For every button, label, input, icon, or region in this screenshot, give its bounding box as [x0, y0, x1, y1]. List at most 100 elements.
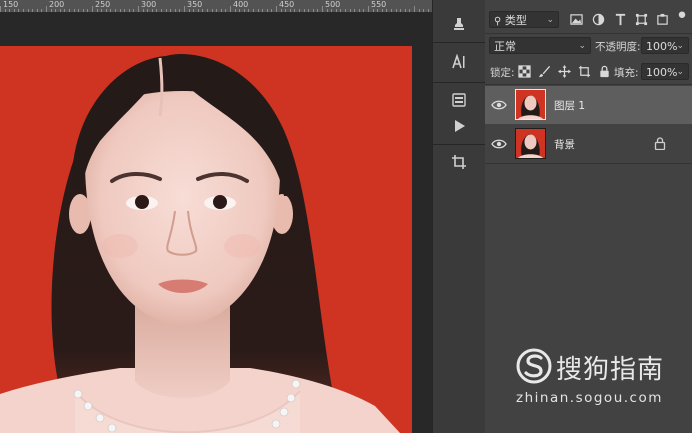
document-canvas[interactable]: 150 200 250 300 350 400 450 500 550 [0, 0, 432, 433]
ruler-tick [51, 9, 52, 12]
ruler-tick [147, 9, 148, 12]
type-filter-icon[interactable] [613, 12, 627, 26]
ruler-tick [327, 9, 328, 12]
layer-thumbnail [515, 89, 546, 120]
brush-icon[interactable] [537, 64, 551, 78]
eye-icon[interactable] [491, 137, 507, 151]
ruler-tick [382, 9, 383, 12]
ruler-label: 200 [49, 0, 65, 9]
ruler-tick [14, 9, 15, 12]
ruler-tick [285, 9, 286, 12]
filter-toggle-icon[interactable] [677, 10, 687, 24]
ruler-tick [133, 9, 134, 12]
artboard-lock-icon[interactable] [577, 64, 591, 78]
play-icon[interactable] [447, 114, 471, 138]
eye-icon[interactable] [491, 98, 507, 112]
ruler-tick [87, 9, 88, 12]
ruler-tick [221, 9, 222, 12]
lock-all-icon[interactable] [597, 64, 611, 78]
ruler-label: 150 [3, 0, 19, 9]
search-icon: ⚲ [494, 16, 502, 27]
blend-mode-value: 正常 [494, 40, 516, 53]
layer-row-layer1[interactable]: 图层 1 [485, 86, 692, 124]
panel-divider [485, 33, 692, 34]
blend-mode-select[interactable]: 正常 ⌄ [489, 37, 591, 54]
opacity-input[interactable]: 100% ⌄ [641, 37, 689, 54]
ruler-tick [262, 9, 263, 12]
panel-divider [485, 84, 692, 85]
ruler-label: 450 [279, 0, 295, 9]
ruler-tick [9, 9, 10, 12]
ruler-tick [396, 9, 397, 12]
layer-filter-select[interactable]: ⚲ 类型 ⌄ [489, 11, 559, 28]
ruler-tick [267, 9, 268, 12]
ruler-label: 300 [141, 0, 157, 9]
lock-transparent-pixels-icon[interactable] [517, 64, 531, 78]
move-icon[interactable] [557, 64, 571, 78]
ruler-tick [23, 9, 24, 12]
adjustment-filter-icon[interactable] [591, 12, 605, 26]
ruler-tick [308, 9, 309, 12]
shape-filter-icon[interactable] [634, 12, 648, 26]
layer-row-background[interactable]: 背景 [485, 125, 692, 163]
character-panel-icon[interactable] [447, 50, 471, 74]
panel-divider [485, 163, 692, 164]
ruler-tick [317, 9, 318, 12]
ruler-tick [106, 9, 107, 12]
ruler-tick [428, 9, 429, 12]
ruler-tick [60, 9, 61, 12]
ruler-tick [377, 9, 378, 12]
ruler-tick [336, 9, 337, 12]
ruler-label: 550 [371, 0, 387, 9]
ruler-tick [322, 6, 323, 12]
fill-label: 填充: [614, 67, 639, 79]
ruler-tick [120, 9, 121, 12]
ruler-tick [340, 9, 341, 12]
ruler-tick [409, 9, 410, 12]
fill-value: 100% [646, 66, 678, 79]
chevron-down-icon: ⌄ [676, 41, 684, 51]
image-filter-icon[interactable] [569, 12, 583, 26]
ruler-tick [46, 6, 47, 12]
layer-name[interactable]: 背景 [554, 137, 575, 152]
opacity-value: 100% [646, 40, 678, 53]
ruler-tick [359, 9, 360, 12]
tool-separator [433, 144, 485, 145]
ruler-tick [124, 9, 125, 12]
lock-icon[interactable] [654, 137, 666, 150]
ruler-tick [32, 9, 33, 12]
ruler-tick [271, 9, 272, 12]
ruler-tick [386, 9, 387, 12]
ruler-tick [419, 9, 420, 12]
ruler-tick [5, 9, 6, 12]
ruler-tick [110, 9, 111, 12]
ruler-tick [179, 9, 180, 12]
properties-icon[interactable] [447, 88, 471, 112]
ruler-tick [64, 9, 65, 12]
ruler-tick [276, 6, 277, 12]
ruler-tick [414, 6, 415, 12]
ruler-tick [391, 9, 392, 12]
horizontal-ruler: 150 200 250 300 350 400 450 500 550 [0, 0, 432, 13]
ruler-tick [354, 9, 355, 12]
crop-icon[interactable] [447, 150, 471, 174]
portrait-photo [0, 46, 412, 433]
ruler-tick [304, 9, 305, 12]
layer-name[interactable]: 图层 1 [554, 98, 585, 113]
ruler-tick [175, 9, 176, 12]
chevron-down-icon: ⌄ [578, 41, 586, 51]
ruler-tick [400, 9, 401, 12]
ruler-tick [423, 9, 424, 12]
chevron-down-icon: ⌄ [546, 15, 554, 25]
smart-object-filter-icon[interactable] [655, 12, 669, 26]
ruler-tick [212, 9, 213, 12]
fill-input[interactable]: 100% ⌄ [641, 63, 689, 80]
ruler-tick [281, 9, 282, 12]
ruler-tick [152, 9, 153, 12]
ruler-tick [37, 9, 38, 12]
ruler-tick [216, 9, 217, 12]
layer-thumbnail [515, 128, 546, 159]
ruler-tick [74, 9, 75, 12]
stamp-icon[interactable] [447, 12, 471, 36]
ruler-tick [290, 9, 291, 12]
